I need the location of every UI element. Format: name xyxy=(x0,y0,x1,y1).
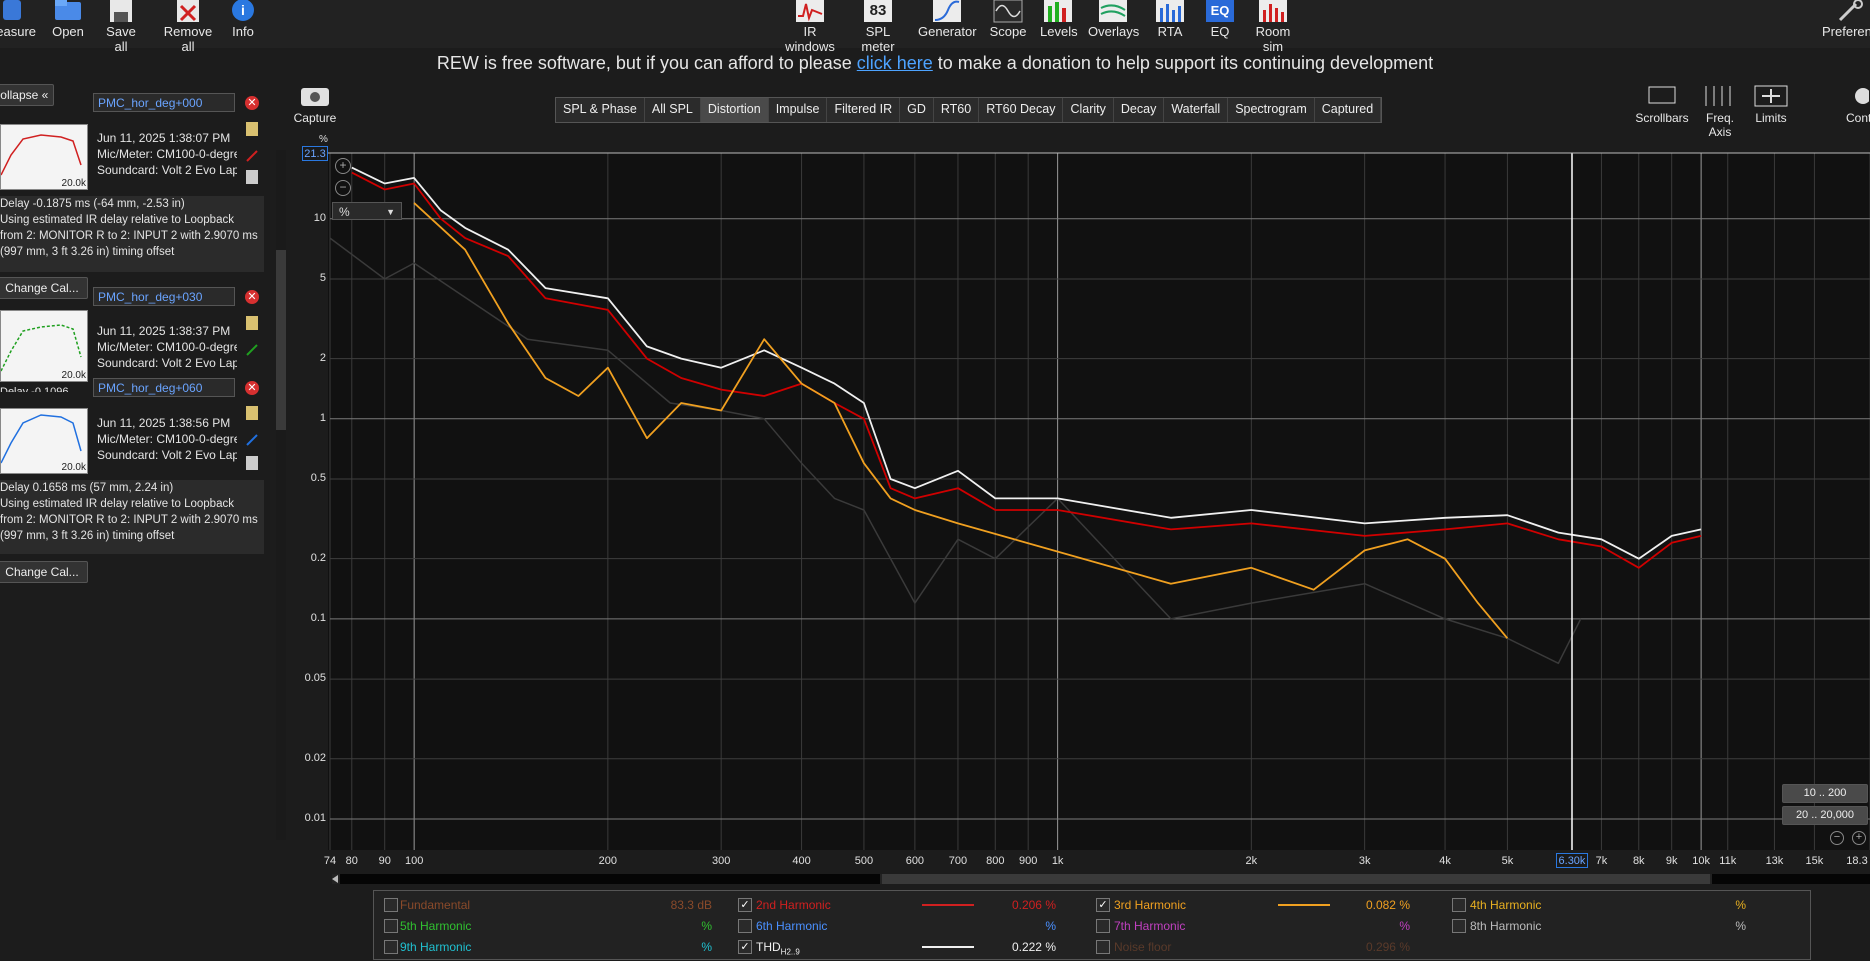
y-tick-label: 0.05 xyxy=(304,672,326,685)
legend-checkbox[interactable] xyxy=(1096,919,1110,933)
x-tick-label: 74 xyxy=(323,855,337,867)
y-tick-label: 10 xyxy=(313,211,326,224)
legend-line-swatch xyxy=(922,946,974,948)
scroll-left-icon[interactable] xyxy=(332,875,338,883)
x-tick-label: 90 xyxy=(378,855,391,867)
distortion-chart[interactable] xyxy=(0,0,1870,961)
scrollbar-thumb[interactable] xyxy=(882,874,1710,884)
x-tick-label: 700 xyxy=(948,855,968,867)
legend-value: % xyxy=(1045,919,1056,933)
legend-value: 0.206 % xyxy=(1011,898,1056,912)
legend-value: % xyxy=(1735,898,1746,912)
x-tick-label: 800 xyxy=(986,855,1005,867)
legend-label: 6th Harmonic xyxy=(756,919,828,933)
y-tick-label: 5 xyxy=(319,271,326,284)
legend-value: 83.3 dB xyxy=(670,898,712,912)
y-tick-label: 0.01 xyxy=(304,812,326,824)
range-10-200-button[interactable]: 10 .. 200 xyxy=(1782,784,1868,803)
y-unit-label: % xyxy=(319,134,328,145)
legend-checkbox[interactable]: ✓ xyxy=(738,940,752,954)
legend-value: % xyxy=(701,940,712,954)
legend-checkbox[interactable] xyxy=(1096,940,1110,954)
x-zoom-out-icon[interactable]: − xyxy=(1830,831,1844,845)
legend-checkbox[interactable] xyxy=(1452,898,1466,912)
legend-checkbox[interactable] xyxy=(384,919,398,933)
x-tick-label: 11k xyxy=(1719,855,1737,867)
x-tick-label: 9k xyxy=(1665,855,1678,867)
x-tick-label: 1k xyxy=(1051,855,1064,867)
legend-value: % xyxy=(701,919,712,933)
legend-label: 3rd Harmonic xyxy=(1114,898,1187,912)
x-tick-label: 8k xyxy=(1632,855,1645,867)
x-tick-label: 15k xyxy=(1805,855,1824,867)
x-tick-label: 900 xyxy=(1019,855,1038,867)
x-tick-label: 7k xyxy=(1595,855,1608,867)
x-tick-label: 2k xyxy=(1245,855,1258,867)
x-tick-label: 80 xyxy=(345,855,358,867)
y-tick-label: 2 xyxy=(319,351,326,364)
legend-checkbox[interactable] xyxy=(384,898,398,912)
distortion-legend: Fundamental 83.3 dB ✓ 2nd Harmonic 0.206 % ✓ 3… xyxy=(373,890,1811,960)
legend-label: 5th Harmonic xyxy=(400,919,472,933)
scrollbar-track xyxy=(340,874,880,884)
legend-label: 7th Harmonic xyxy=(1114,919,1186,933)
legend-checkbox[interactable] xyxy=(384,940,398,954)
legend-label: 8th Harmonic xyxy=(1470,919,1542,933)
cursor-frequency-field[interactable]: 6.30k xyxy=(1555,853,1588,868)
legend-value: 0.222 % xyxy=(1011,940,1056,954)
legend-label: Noise floor xyxy=(1114,940,1172,954)
x-tick-label: 4k xyxy=(1439,855,1451,867)
y-tick-label: 1 xyxy=(319,411,326,424)
horizontal-scrollbar[interactable] xyxy=(332,874,1870,884)
x-tick-label: 600 xyxy=(905,855,925,867)
x-tick-label: 200 xyxy=(598,855,618,867)
x-zoom-in-icon[interactable]: + xyxy=(1852,831,1866,845)
legend-checkbox[interactable]: ✓ xyxy=(738,898,752,912)
legend-label: THDH2..9 xyxy=(756,940,800,957)
legend-value: 0.296 % xyxy=(1365,940,1410,954)
legend-checkbox[interactable] xyxy=(738,919,752,933)
x-tick-label: 400 xyxy=(792,855,811,867)
legend-label: 9th Harmonic xyxy=(400,940,472,954)
x-tick-label: 100 xyxy=(404,855,424,867)
legend-value: % xyxy=(1735,919,1746,933)
legend-label: Fundamental xyxy=(400,898,471,912)
legend-line-swatch xyxy=(1278,904,1330,906)
legend-line-swatch xyxy=(922,904,974,906)
x-tick-label: 10k xyxy=(1692,855,1710,867)
zoom-out-icon[interactable]: − xyxy=(335,180,351,196)
unit-select[interactable]: % ▼ xyxy=(332,202,402,220)
range-20-20000-button[interactable]: 20 .. 20,000 xyxy=(1782,806,1868,825)
x-tick-label: 18.3 xyxy=(1846,855,1868,867)
x-tick-label: 300 xyxy=(711,855,731,867)
x-tick-label: 13k xyxy=(1765,855,1784,867)
chevron-down-icon: ▼ xyxy=(386,207,395,217)
scrollbar-track xyxy=(1712,874,1870,884)
x-tick-label: 500 xyxy=(854,855,874,867)
legend-checkbox[interactable]: ✓ xyxy=(1096,898,1110,912)
legend-checkbox[interactable] xyxy=(1452,919,1466,933)
y-max-field[interactable]: 21.3 xyxy=(302,146,328,161)
legend-label: 2nd Harmonic xyxy=(756,898,831,912)
zoom-in-icon[interactable]: + xyxy=(335,158,351,174)
legend-label: 4th Harmonic xyxy=(1470,898,1542,912)
y-tick-label: 0.5 xyxy=(310,472,326,485)
x-tick-label: 5k xyxy=(1501,855,1514,867)
y-tick-label: 0.2 xyxy=(310,551,326,564)
legend-value: 0.082 % xyxy=(1365,898,1410,912)
y-tick-label: 0.1 xyxy=(310,611,326,624)
y-tick-label: 0.02 xyxy=(304,751,326,764)
x-tick-label: 3k xyxy=(1358,855,1371,867)
legend-value: % xyxy=(1399,919,1410,933)
